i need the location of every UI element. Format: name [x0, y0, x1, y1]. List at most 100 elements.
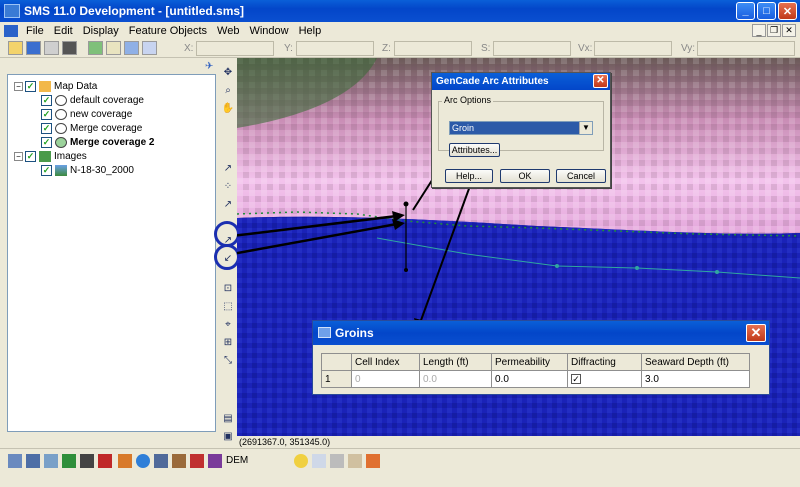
menu-edit[interactable]: Edit: [49, 25, 78, 37]
tree-item-merge-coverage[interactable]: ✓ Merge coverage: [41, 121, 142, 135]
module-toolbar: DEM: [0, 448, 800, 472]
groin-node-top[interactable]: [403, 201, 409, 207]
vx-field: [594, 41, 672, 56]
arc-node[interactable]: [635, 266, 639, 270]
checkbox-checked[interactable]: ✓: [41, 122, 52, 134]
annotation-module-icon[interactable]: [172, 454, 186, 468]
raster-module-icon[interactable]: [208, 454, 222, 468]
create-node-icon[interactable]: ↗: [221, 162, 235, 176]
grid-module-icon[interactable]: [26, 454, 40, 468]
coverage-icon: [55, 122, 67, 134]
refresh-icon[interactable]: [88, 41, 103, 55]
tree-item-default-coverage[interactable]: ✓ default coverage: [41, 93, 144, 107]
menu-web[interactable]: Web: [212, 25, 244, 37]
pan-tool-icon[interactable]: ✋: [221, 102, 235, 116]
frame-icon[interactable]: [312, 454, 326, 468]
select-vertex-icon[interactable]: ⁘: [221, 180, 235, 194]
tree-item-image-n18[interactable]: ✓ N-18-30_2000: [41, 163, 134, 177]
create-arc-icon[interactable]: ↗: [221, 198, 235, 212]
header-seaward-depth: Seaward Depth (ft): [641, 353, 750, 371]
permeability-input[interactable]: 0.0: [491, 370, 568, 388]
header-length: Length (ft): [419, 353, 492, 371]
checkbox-checked[interactable]: ✓: [41, 108, 52, 120]
select-tool-icon[interactable]: ✥: [221, 66, 235, 80]
menu-help[interactable]: Help: [294, 25, 327, 37]
gis-module-icon[interactable]: [136, 454, 150, 468]
close-button[interactable]: ✕: [778, 2, 797, 20]
create-polygon-icon[interactable]: ⊡: [221, 282, 235, 296]
groins-close-button[interactable]: ✕: [746, 324, 766, 342]
help-button[interactable]: Help...: [445, 169, 493, 183]
main-toolbar: X: Y: Z: S: Vx: Vy:: [0, 39, 800, 58]
zoom-tool-icon[interactable]: ⌕: [221, 84, 235, 98]
groin-node-bottom[interactable]: [404, 268, 408, 272]
menu-file[interactable]: File: [21, 25, 49, 37]
mdi-restore-button[interactable]: ❐: [767, 24, 781, 37]
zoom-icon[interactable]: [106, 41, 121, 55]
delete-icon[interactable]: [62, 41, 77, 55]
edit-tool-icon[interactable]: [348, 454, 362, 468]
diffracting-cell[interactable]: ✓: [567, 370, 642, 388]
menu-display[interactable]: Display: [78, 25, 124, 37]
measure-icon[interactable]: ⤡: [221, 354, 235, 368]
model-icon[interactable]: [124, 41, 139, 55]
cartesian-grid-icon[interactable]: [62, 454, 76, 468]
coverage-icon: [55, 94, 67, 106]
map-module-icon[interactable]: [118, 454, 132, 468]
plot-icon[interactable]: [366, 454, 380, 468]
menu-window[interactable]: Window: [244, 25, 293, 37]
tree-item-merge-coverage-2[interactable]: ✓ Merge coverage 2: [41, 135, 155, 149]
transform-icon[interactable]: ⌖: [221, 318, 235, 332]
scatter-module-icon[interactable]: [44, 454, 58, 468]
header-diffracting: Diffracting: [567, 353, 642, 371]
tree-item-map-data[interactable]: − ✓ Map Data: [14, 79, 97, 93]
select-polygon-icon[interactable]: ⬚: [221, 300, 235, 314]
checkbox-checked[interactable]: ✓: [41, 136, 52, 148]
chevron-down-icon[interactable]: ▼: [579, 122, 592, 134]
mesh-module-icon[interactable]: [8, 454, 22, 468]
collapse-icon[interactable]: −: [14, 151, 23, 161]
curvilinear-grid-icon[interactable]: [80, 454, 94, 468]
pin-icon[interactable]: ✈: [205, 61, 213, 72]
annotation-icon[interactable]: ▤: [221, 412, 235, 426]
run-icon[interactable]: [142, 41, 157, 55]
checkbox-checked[interactable]: ✓: [41, 94, 52, 106]
collapse-icon[interactable]: −: [14, 81, 23, 91]
quadtree-icon[interactable]: [98, 454, 112, 468]
mdi-minimize-button[interactable]: _: [752, 24, 766, 37]
bulb-icon[interactable]: [294, 454, 308, 468]
maximize-button[interactable]: □: [757, 2, 776, 20]
image-tool-icon[interactable]: ▣: [221, 430, 235, 444]
tree-item-images[interactable]: − ✓ Images: [14, 149, 87, 163]
seaward-depth-input[interactable]: 3.0: [641, 370, 750, 388]
save-icon[interactable]: [26, 41, 41, 55]
particle-module-icon[interactable]: [154, 454, 168, 468]
menu-feature-objects[interactable]: Feature Objects: [124, 25, 212, 37]
checkbox-checked[interactable]: ✓: [25, 150, 36, 162]
tools-module-icon[interactable]: [190, 454, 204, 468]
measure-tool-icon[interactable]: [330, 454, 344, 468]
open-icon[interactable]: [8, 41, 23, 55]
ok-button[interactable]: OK: [500, 169, 550, 183]
mdi-close-button[interactable]: ✕: [782, 24, 796, 37]
header-permeability: Permeability: [491, 353, 568, 371]
y-label: Y:: [284, 43, 293, 54]
tree-item-new-coverage[interactable]: ✓ new coverage: [41, 107, 132, 121]
table-icon: [318, 327, 331, 338]
arc-node[interactable]: [715, 270, 719, 274]
attributes-button[interactable]: Attributes...: [449, 143, 500, 157]
arc-node[interactable]: [555, 264, 559, 268]
checkbox-checked[interactable]: ✓: [41, 164, 52, 176]
grid-frame-icon[interactable]: ⊞: [221, 336, 235, 350]
dem-label[interactable]: DEM: [226, 455, 248, 466]
dialog-close-button[interactable]: ✕: [593, 74, 608, 88]
diffracting-checkbox[interactable]: ✓: [571, 373, 581, 384]
tree-label: Merge coverage: [70, 122, 143, 134]
document-icon[interactable]: [4, 24, 18, 37]
print-icon[interactable]: [44, 41, 59, 55]
arc-type-select[interactable]: Groin ▼: [449, 121, 593, 135]
minimize-button[interactable]: _: [736, 2, 755, 20]
checkbox-checked[interactable]: ✓: [25, 80, 36, 92]
cell-index-value: 0: [351, 370, 420, 388]
cancel-button[interactable]: Cancel: [556, 169, 606, 183]
